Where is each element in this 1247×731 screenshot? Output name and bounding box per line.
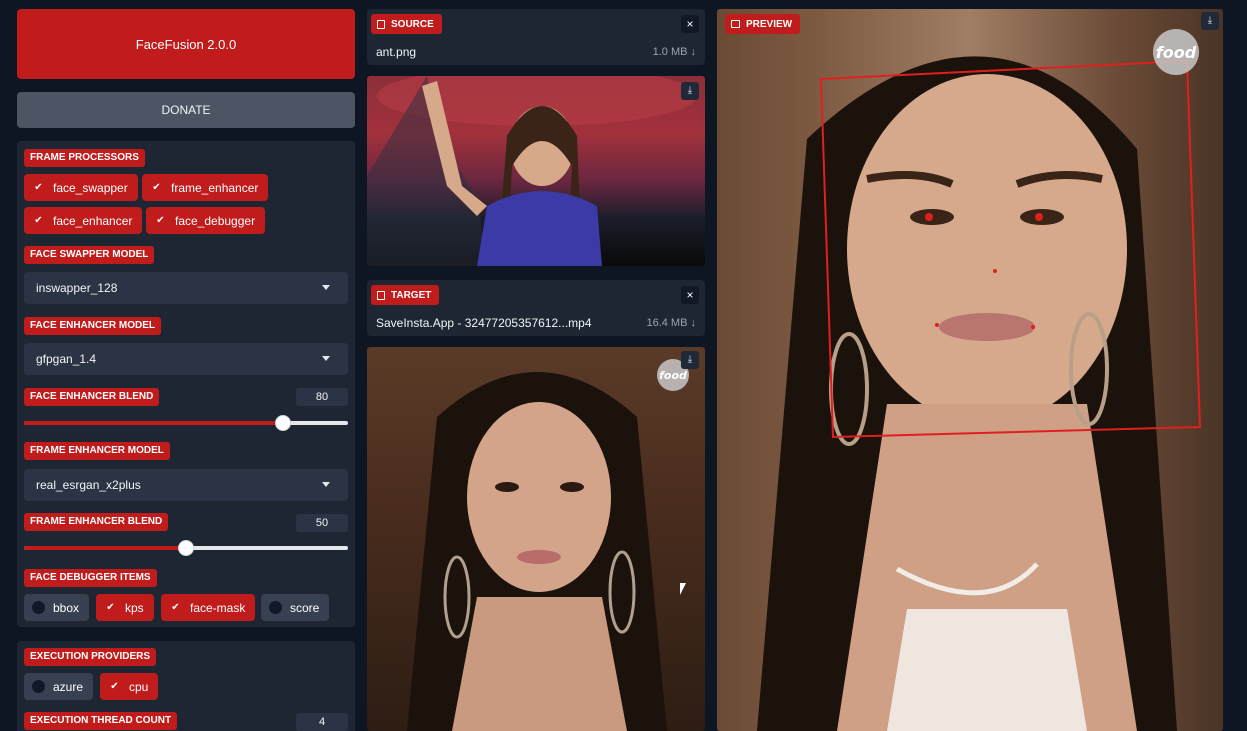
- close-icon[interactable]: ×: [681, 286, 699, 304]
- checkbox-face-enhancer[interactable]: ✔ face_enhancer: [24, 207, 143, 234]
- left-column: FaceFusion 2.0.0 DONATE: [17, 9, 355, 128]
- unchecked-icon: [32, 680, 45, 693]
- chevron-down-icon: [322, 482, 330, 487]
- dropdown-value: inswapper_128: [36, 281, 118, 295]
- checkbox-face-mask[interactable]: ✔ face-mask: [161, 594, 256, 621]
- slider-thumb[interactable]: [275, 415, 292, 431]
- dropdown-value: real_esrgan_x2plus: [36, 478, 141, 492]
- checkbox-label: face_swapper: [53, 180, 128, 195]
- execution-providers-label: EXECUTION PROVIDERS: [24, 648, 157, 666]
- check-icon: ✔: [32, 214, 45, 227]
- image-icon: [731, 20, 740, 28]
- unchecked-icon: [32, 601, 45, 614]
- slider-fill: [24, 546, 186, 550]
- source-image-art: [367, 76, 697, 266]
- face-enhancer-model-label: FACE ENHANCER MODEL: [24, 317, 162, 335]
- source-file-row[interactable]: ant.png 1.0 MB ↓: [367, 41, 705, 63]
- execution-thread-count-number[interactable]: 4: [296, 713, 348, 731]
- check-icon: ✔: [108, 680, 121, 693]
- source-file-panel: SOURCE × ant.png 1.0 MB ↓: [367, 9, 705, 65]
- checkbox-azure[interactable]: azure: [24, 673, 94, 700]
- preview-label-text: PREVIEW: [746, 18, 793, 30]
- target-label: TARGET: [371, 285, 440, 305]
- frame-processors-label: FRAME PROCESSORS: [24, 149, 145, 167]
- target-video-art: [407, 372, 667, 731]
- target-video: food ⤓: [367, 347, 705, 731]
- target-file-row[interactable]: SaveInsta.App - 32477205357612...mp4 16.…: [367, 312, 705, 334]
- checkbox-frame-enhancer[interactable]: ✔ frame_enhancer: [142, 174, 269, 201]
- face-enhancer-model-dropdown[interactable]: gfpgan_1.4: [24, 343, 348, 375]
- donate-button[interactable]: DONATE: [17, 92, 355, 128]
- checkbox-score[interactable]: score: [261, 594, 330, 621]
- source-label: SOURCE: [371, 14, 442, 34]
- preview-panel: PREVIEW food ⤓: [717, 9, 1223, 731]
- face-swapper-model-dropdown[interactable]: inswapper_128: [24, 272, 348, 304]
- frame-enhancer-blend-slider[interactable]: [24, 540, 348, 556]
- food-network-logo: food: [1153, 29, 1199, 75]
- checkbox-face-swapper[interactable]: ✔ face_swapper: [24, 174, 138, 201]
- download-icon[interactable]: ⤓: [681, 351, 699, 369]
- checkbox-label: kps: [125, 600, 144, 615]
- frame-enhancer-blend-label: FRAME ENHANCER BLEND: [24, 513, 169, 531]
- download-icon[interactable]: ⤓: [681, 82, 699, 100]
- dropdown-value: gfpgan_1.4: [36, 352, 97, 366]
- face-enhancer-blend-number[interactable]: 80: [296, 388, 348, 406]
- frame-enhancer-blend-number[interactable]: 50: [296, 514, 348, 532]
- execution-thread-count-label: EXECUTION THREAD COUNT: [24, 712, 178, 730]
- face-swapper-model-label: FACE SWAPPER MODEL: [24, 246, 155, 264]
- preview-image-art: [757, 56, 1202, 731]
- file-icon: [377, 19, 385, 29]
- execution-panel: EXECUTION PROVIDERS azure ✔ cpu EXECUTIO…: [17, 641, 355, 731]
- checkbox-label: frame_enhancer: [171, 180, 259, 195]
- checkbox-kps[interactable]: ✔ kps: [96, 594, 154, 621]
- target-filesize[interactable]: 16.4 MB ↓: [646, 317, 696, 329]
- checkbox-bbox[interactable]: bbox: [24, 594, 90, 621]
- slider-thumb[interactable]: [178, 540, 194, 556]
- unchecked-icon: [269, 601, 282, 614]
- checkbox-label: score: [290, 600, 320, 615]
- frame-enhancer-model-label: FRAME ENHANCER MODEL: [24, 442, 170, 460]
- preview-label: PREVIEW: [725, 14, 801, 34]
- checkbox-cpu[interactable]: ✔ cpu: [100, 673, 159, 700]
- target-file-panel: TARGET × SaveInsta.App - 32477205357612.…: [367, 280, 705, 336]
- settings-panel: FRAME PROCESSORS ✔ face_swapper ✔ frame_…: [17, 141, 355, 627]
- file-icon: [377, 290, 385, 300]
- download-icon[interactable]: ⤓: [1201, 12, 1219, 30]
- target-label-text: TARGET: [391, 289, 432, 301]
- checkbox-face-debugger[interactable]: ✔ face_debugger: [146, 207, 266, 234]
- face-enhancer-blend-slider[interactable]: [24, 415, 348, 431]
- face-debugger-items-label: FACE DEBUGGER ITEMS: [24, 569, 157, 587]
- face-enhancer-blend-label: FACE ENHANCER BLEND: [24, 388, 160, 406]
- check-icon: ✔: [32, 181, 45, 194]
- source-image: ⤓: [367, 76, 705, 266]
- source-filename: ant.png: [376, 45, 417, 59]
- source-label-text: SOURCE: [391, 18, 434, 30]
- frame-enhancer-model-dropdown[interactable]: real_esrgan_x2plus: [24, 469, 348, 501]
- check-icon: ✔: [169, 601, 182, 614]
- checkbox-label: face_enhancer: [53, 213, 133, 228]
- checkbox-label: azure: [53, 679, 84, 694]
- checkbox-label: bbox: [53, 600, 80, 615]
- target-filename: SaveInsta.App - 32477205357612...mp4: [376, 316, 592, 330]
- check-icon: ✔: [154, 214, 167, 227]
- app-title-button[interactable]: FaceFusion 2.0.0: [17, 9, 355, 79]
- mouse-cursor-icon: [680, 583, 686, 595]
- check-icon: ✔: [104, 601, 117, 614]
- check-icon: ✔: [150, 181, 163, 194]
- chevron-down-icon: [322, 285, 330, 290]
- chevron-down-icon: [322, 356, 330, 361]
- close-icon[interactable]: ×: [681, 15, 699, 33]
- checkbox-label: face_debugger: [175, 213, 256, 228]
- slider-fill: [24, 421, 284, 425]
- checkbox-label: face-mask: [190, 600, 246, 615]
- source-filesize[interactable]: 1.0 MB ↓: [653, 46, 696, 58]
- checkbox-label: cpu: [129, 679, 149, 694]
